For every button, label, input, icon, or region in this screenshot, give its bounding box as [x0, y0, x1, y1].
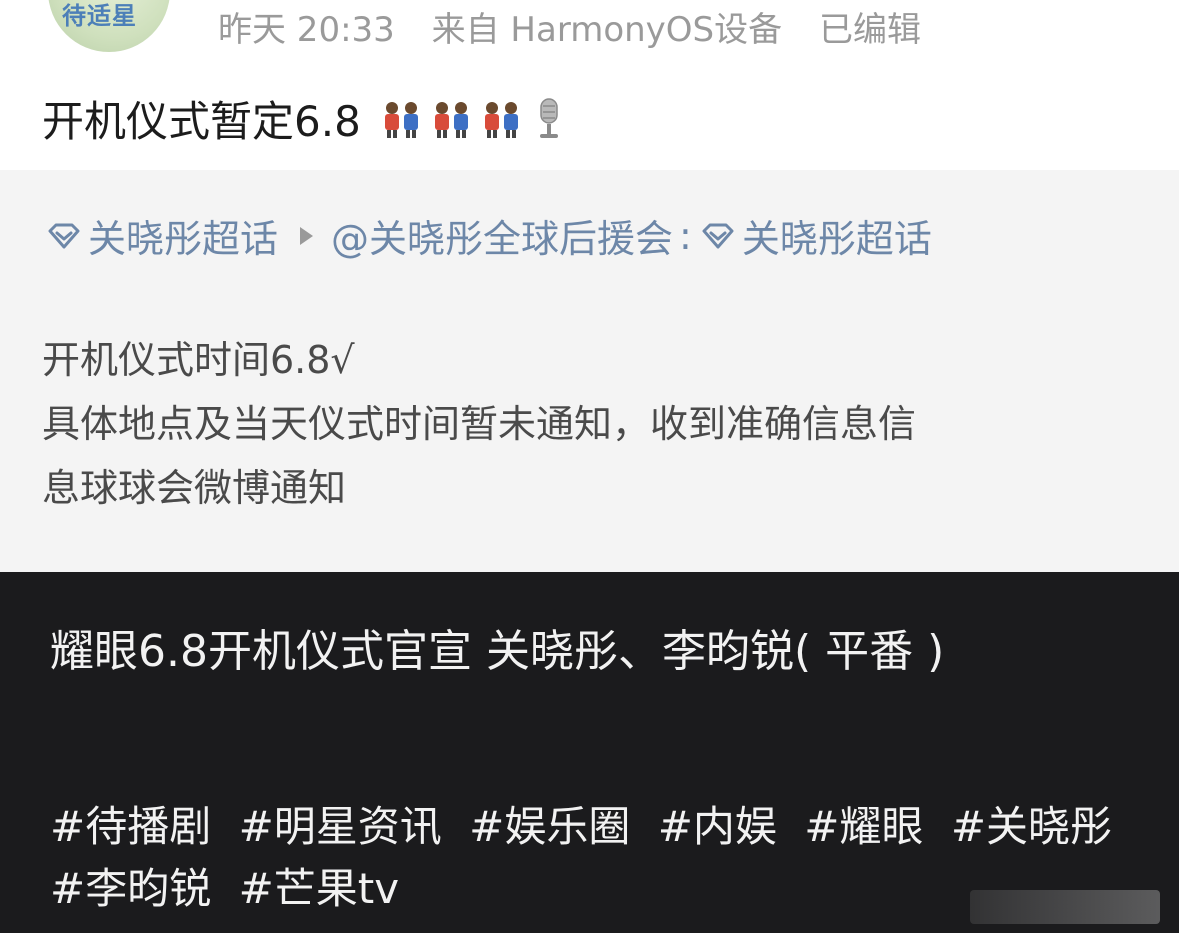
post-text: 开机仪式暂定6.8 — [42, 97, 361, 146]
hashtag[interactable]: #明星资讯 — [239, 802, 442, 851]
repost-line: 息球球会微博通知 — [42, 466, 347, 510]
weibo-post: 待适星 昨天 20:33 来自 HarmonyOS设备 已编辑 开机仪式暂定6.… — [0, 0, 1179, 572]
super-topic-link[interactable]: 关晓彤超话 — [742, 208, 932, 263]
author-link[interactable]: @关晓彤全球后援会 — [331, 208, 673, 263]
hashtag[interactable]: #芒果tv — [239, 864, 400, 913]
emoji-row — [379, 97, 565, 141]
repost-line: 开机仪式时间6.8√ — [42, 338, 355, 382]
hashtag[interactable]: #耀眼 — [804, 802, 923, 851]
post-source[interactable]: 来自 HarmonyOS设备 — [432, 10, 783, 50]
repost-header: 关晓彤超话 @关晓彤全球后援会 : 关晓彤超话 — [44, 208, 932, 263]
hashtag[interactable]: #关晓彤 — [951, 802, 1112, 851]
play-arrow-icon — [300, 226, 314, 245]
post-time: 昨天 20:33 — [218, 10, 395, 50]
edited-label[interactable]: 已编辑 — [819, 10, 921, 50]
super-topic-icon — [48, 223, 80, 248]
avatar[interactable]: 待适星 — [48, 0, 170, 52]
hashtag[interactable]: #娱乐圈 — [469, 802, 630, 851]
people-icon — [384, 101, 418, 138]
hashtag[interactable]: #待播剧 — [50, 802, 211, 851]
colon: : — [679, 213, 692, 258]
caption-panel: 耀眼6.8开机仪式官宣 关晓彤、李昀锐( 平番 ) #待播剧 #明星资讯 #娱乐… — [0, 572, 1179, 933]
avatar-label: 待适星 — [62, 2, 137, 30]
post-meta: 昨天 20:33 来自 HarmonyOS设备 已编辑 — [218, 2, 947, 51]
post-content: 开机仪式暂定6.8 — [42, 88, 565, 149]
repost-line: 具体地点及当天仪式时间暂未通知，收到准确信息信 — [42, 402, 917, 446]
people-icon — [484, 101, 518, 138]
super-topic-link[interactable]: 关晓彤超话 — [88, 208, 278, 263]
caption-title: 耀眼6.8开机仪式官宣 关晓彤、李昀锐( 平番 ) — [50, 626, 945, 677]
repost-text: 开机仪式时间6.8√ 具体地点及当天仪式时间暂未通知，收到准确信息信 息球球会微… — [42, 328, 1152, 520]
super-topic-icon — [702, 223, 734, 248]
hashtag[interactable]: #李昀锐 — [50, 864, 211, 913]
watermark — [970, 890, 1160, 924]
people-icon — [434, 101, 468, 138]
repost-card[interactable]: 关晓彤超话 @关晓彤全球后援会 : 关晓彤超话 开机仪式时间6.8√ 具体地点及… — [0, 170, 1179, 572]
hashtag[interactable]: #内娱 — [658, 802, 777, 851]
microphone-icon — [539, 97, 558, 138]
